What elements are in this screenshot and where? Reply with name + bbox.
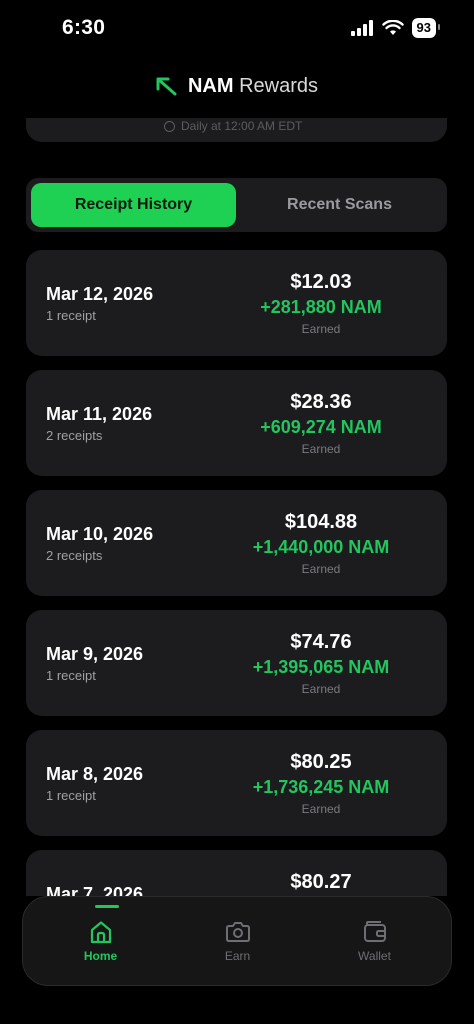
- receipt-amount: $80.25: [290, 751, 352, 773]
- receipt-nam-earned: +1,736,245 NAM: [252, 777, 390, 797]
- receipt-count: 1 receipt: [46, 788, 96, 803]
- tab-wallet-label: Wallet: [358, 949, 391, 963]
- active-tab-indicator: [95, 905, 119, 908]
- earned-label: Earned: [301, 442, 341, 456]
- receipt-count: 1 receipt: [46, 668, 96, 683]
- receipt-date: Mar 8, 2026: [46, 764, 144, 784]
- home-icon: [90, 921, 112, 944]
- tab-earn-label: Earn: [224, 949, 251, 963]
- history-segmented-control: Receipt History Recent Scans: [26, 178, 447, 232]
- status-bar: 6:30 93: [0, 0, 474, 58]
- receipt-nam-earned: +1,440,000 NAM: [252, 537, 390, 557]
- receipt-amount: $80.27: [290, 871, 352, 893]
- receipt-date: Mar 10, 2026: [46, 524, 154, 544]
- app-header: NAM Rewards: [0, 70, 474, 102]
- camera-icon: [226, 922, 250, 942]
- receipt-amount: $12.03: [290, 271, 352, 293]
- receipt-nam-earned: +609,274 NAM: [260, 417, 382, 437]
- tab-home-label: Home: [83, 949, 118, 963]
- tab-wallet[interactable]: Wallet: [303, 897, 446, 987]
- receipt-amount: $74.76: [290, 631, 352, 653]
- receipt-nam-earned: +281,880 NAM: [260, 297, 382, 317]
- tab-receipt-history[interactable]: Receipt History: [31, 183, 236, 227]
- receipt-count: 2 receipts: [46, 548, 103, 563]
- earned-label: Earned: [301, 682, 341, 696]
- earned-label: Earned: [301, 322, 341, 336]
- clock-icon: [164, 120, 175, 132]
- content-scroll-area[interactable]: Daily at 12:00 AM EDT Receipt History Re…: [0, 118, 474, 896]
- receipt-amount: $104.88: [284, 511, 358, 533]
- receipt-count: 2 receipts: [46, 428, 103, 443]
- wifi-icon: [381, 20, 404, 35]
- status-time: 6:30: [62, 16, 106, 39]
- receipt-date: Mar 12, 2026: [46, 284, 154, 304]
- receipt-day-card[interactable]: Mar 7, 2026 $80.27: [26, 850, 447, 896]
- app-title: NAM Rewards: [187, 74, 319, 97]
- status-icons: 93: [350, 18, 441, 38]
- nam-logo-icon: [156, 77, 177, 96]
- tab-home[interactable]: Home: [29, 897, 172, 987]
- tab-recent-scans[interactable]: Recent Scans: [237, 183, 442, 227]
- schedule-card: Daily at 12:00 AM EDT: [26, 118, 447, 142]
- tab-earn[interactable]: Earn: [166, 897, 309, 987]
- battery-icon: 93: [411, 18, 441, 38]
- receipt-amount: $28.36: [290, 391, 352, 413]
- receipt-day-card[interactable]: Mar 12, 2026 1 receipt $12.03 +281,880 N…: [26, 250, 447, 356]
- receipt-nam-earned: +1,395,065 NAM: [252, 657, 390, 677]
- earned-label: Earned: [301, 562, 341, 576]
- earned-label: Earned: [301, 802, 341, 816]
- receipt-date: Mar 11, 2026: [46, 404, 153, 424]
- receipt-date: Mar 7, 2026: [46, 884, 144, 896]
- receipt-day-card[interactable]: Mar 9, 2026 1 receipt $74.76 +1,395,065 …: [26, 610, 447, 716]
- cellular-signal-icon: [350, 20, 373, 36]
- bottom-tab-bar: Home Earn Wallet: [22, 896, 452, 986]
- receipt-count: 1 receipt: [46, 308, 96, 323]
- wallet-icon: [364, 921, 386, 942]
- receipt-day-card[interactable]: Mar 10, 2026 2 receipts $104.88 +1,440,0…: [26, 490, 447, 596]
- receipt-day-card[interactable]: Mar 8, 2026 1 receipt $80.25 +1,736,245 …: [26, 730, 447, 836]
- schedule-text: Daily at 12:00 AM EDT: [164, 119, 302, 133]
- receipt-day-card[interactable]: Mar 11, 2026 2 receipts $28.36 +609,274 …: [26, 370, 447, 476]
- receipt-date: Mar 9, 2026: [46, 644, 144, 664]
